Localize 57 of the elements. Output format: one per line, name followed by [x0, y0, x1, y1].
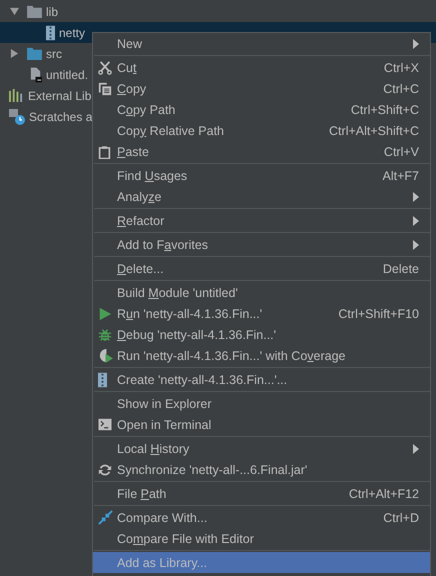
bug-icon — [98, 328, 112, 342]
jar-file-icon — [98, 372, 107, 388]
menu-item[interactable]: Cut Ctrl+X — [93, 57, 430, 78]
shortcut-label: Ctrl+Alt+Shift+C — [329, 124, 419, 138]
menu-item[interactable]: Copy Relative Path Ctrl+Alt+Shift+C — [93, 120, 430, 141]
tree-item[interactable]: src — [46, 46, 62, 60]
clipboard-icon — [98, 144, 111, 158]
shortcut-label: Ctrl+X — [384, 60, 419, 74]
menu-item[interactable]: Copy Path Ctrl+Shift+C — [93, 99, 430, 120]
menu-item[interactable]: Debug 'netty-all-4.1.36.Fin...' — [93, 324, 430, 345]
file-icon — [29, 66, 42, 82]
menu-item[interactable]: Delete... Delete — [93, 258, 430, 279]
menu-item[interactable]: Compare File with Editor — [93, 528, 430, 549]
scratches-icon — [9, 108, 25, 124]
menu-item[interactable]: New — [93, 33, 430, 54]
tree-item[interactable]: untitled. — [46, 68, 88, 82]
tree-item[interactable]: netty — [59, 26, 86, 40]
menu-item[interactable]: Paste Ctrl+V — [93, 141, 430, 162]
shortcut-label: Alt+F7 — [382, 168, 419, 182]
sync-icon — [98, 462, 112, 476]
menu-item[interactable]: Refactor — [93, 210, 430, 231]
scissors-icon — [98, 60, 112, 74]
menu-item[interactable]: Synchronize 'netty-all-...6.Final.jar' — [93, 459, 430, 480]
jar-file-icon — [46, 24, 55, 40]
menu-item[interactable]: Find Usages Alt+F7 — [93, 165, 430, 186]
shortcut-label: Ctrl+Shift+C — [350, 102, 419, 116]
libraries-icon — [9, 89, 24, 102]
compare-icon — [98, 510, 113, 525]
copy-icon — [98, 82, 112, 96]
shortcut-label: Ctrl+Alt+F12 — [348, 486, 419, 500]
menu-item[interactable]: Show in Explorer — [93, 393, 430, 414]
menu-item[interactable]: File Path Ctrl+Alt+F12 — [93, 483, 430, 504]
menu-item[interactable]: Analyze — [93, 186, 430, 207]
menu-item[interactable]: Run 'netty-all-4.1.36.Fin...' Ctrl+Shift+F10 — [93, 303, 430, 324]
terminal-icon — [98, 418, 112, 431]
menu-item[interactable]: Copy Ctrl+C — [93, 78, 430, 99]
tree-item[interactable]: Scratches a — [29, 110, 92, 124]
folder-icon — [27, 47, 42, 60]
coverage-icon — [98, 348, 113, 363]
tree-item[interactable]: lib — [46, 4, 58, 18]
shortcut-label: Ctrl+D — [383, 510, 419, 524]
expanded-arrow-icon[interactable] — [10, 7, 19, 16]
shortcut-label: Ctrl+V — [384, 144, 419, 158]
folder-icon — [27, 5, 42, 18]
shortcut-label: Ctrl+C — [383, 82, 419, 96]
tree-item[interactable]: External Lib — [28, 88, 92, 102]
shortcut-label: Delete — [382, 262, 419, 276]
menu-item[interactable]: Compare With... Ctrl+D — [93, 507, 430, 528]
menu-item[interactable]: Run 'netty-all-4.1.36.Fin...' with Coverage — [93, 345, 430, 366]
shortcut-label: Ctrl+Shift+F10 — [338, 306, 419, 320]
menu-item[interactable]: Build Module 'untitled' — [93, 282, 430, 303]
menu-item[interactable]: Local History — [93, 438, 430, 459]
collapsed-arrow-icon[interactable] — [10, 49, 19, 58]
menu-item[interactable]: Create 'netty-all-4.1.36.Fin...'... — [93, 369, 430, 390]
play-icon — [98, 306, 112, 320]
menu-item[interactable]: Open in Terminal — [93, 414, 430, 435]
menu-item[interactable]: Add to Favorites — [93, 234, 430, 255]
